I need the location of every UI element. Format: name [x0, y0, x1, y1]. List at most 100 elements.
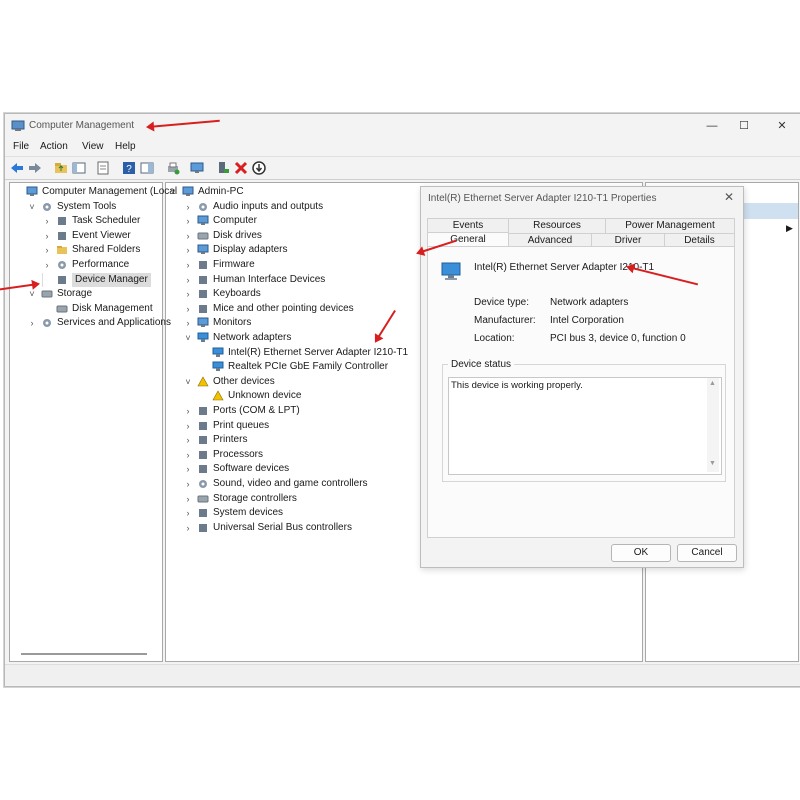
scroll-down-icon[interactable]: ▼: [709, 460, 716, 467]
tree-item-label: Keyboards: [213, 288, 261, 300]
more-actions-arrow-icon[interactable]: ▶: [786, 223, 793, 234]
chevron-right-icon[interactable]: ›: [183, 448, 193, 462]
tree-item-services-and-applications[interactable]: › Services and Applications: [27, 316, 171, 330]
tree-item-task-scheduler[interactable]: › Task Scheduler: [42, 214, 141, 228]
update-driver-icon[interactable]: [215, 160, 231, 176]
scan-hardware-icon[interactable]: [189, 160, 205, 176]
chevron-right-icon[interactable]: ›: [183, 477, 193, 491]
manufacturer-value: Intel Corporation: [550, 315, 624, 326]
tree-item-realtek-pcie-gbe-family-controller[interactable]: Realtek PCIe GbE Family Controller: [198, 360, 388, 374]
status-scrollbar[interactable]: ▲ ▼: [707, 378, 719, 472]
tree-item-processors[interactable]: › Processors: [183, 448, 264, 462]
chevron-down-icon[interactable]: ˅: [168, 185, 178, 199]
back-icon[interactable]: [9, 160, 25, 176]
menu-help[interactable]: Help: [115, 141, 136, 152]
menu-action[interactable]: Action: [40, 141, 68, 152]
cancel-button[interactable]: Cancel: [677, 544, 737, 562]
chevron-right-icon[interactable]: ›: [183, 287, 193, 301]
tree-item-human-interface-devices[interactable]: › Human Interface Devices: [183, 273, 326, 287]
gear-icon: [197, 478, 209, 489]
chevron-right-icon[interactable]: ›: [183, 316, 193, 330]
console-tree-icon[interactable]: [71, 160, 87, 176]
tree-item-keyboards[interactable]: › Keyboards: [183, 287, 261, 301]
chevron-right-icon[interactable]: ›: [42, 214, 52, 228]
tab-resources[interactable]: Resources: [508, 218, 606, 234]
print-icon[interactable]: [165, 160, 181, 176]
forward-icon[interactable]: [27, 160, 43, 176]
uninstall-device-icon[interactable]: [233, 160, 249, 176]
chevron-right-icon[interactable]: ›: [42, 258, 52, 272]
chevron-right-icon[interactable]: ›: [42, 243, 52, 257]
tree-item-audio-inputs-and-outputs[interactable]: › Audio inputs and outputs: [183, 200, 324, 214]
tree-item-label: Printers: [213, 434, 248, 446]
tree-item-universal-serial-bus-controllers[interactable]: › Universal Serial Bus controllers: [183, 521, 352, 535]
device-status-textbox[interactable]: This device is working properly. ▲ ▼: [448, 377, 722, 475]
chevron-right-icon[interactable]: ›: [27, 316, 37, 330]
tree-item-software-devices[interactable]: › Software devices: [183, 462, 290, 476]
chevron-right-icon[interactable]: ›: [183, 521, 193, 535]
chevron-down-icon[interactable]: ˅: [183, 331, 193, 345]
tree-item-event-viewer[interactable]: › Event Viewer: [42, 229, 131, 243]
tree-item-disk-management[interactable]: Disk Management: [42, 302, 153, 316]
tree-item-shared-folders[interactable]: › Shared Folders: [42, 243, 141, 257]
tree-item-computer-management-local[interactable]: Computer Management (Local: [12, 185, 177, 199]
chevron-right-icon[interactable]: ›: [183, 506, 193, 520]
tree-item-monitors[interactable]: › Monitors: [183, 316, 252, 330]
left-scrollbar[interactable]: [21, 653, 147, 655]
properties-sheet-icon[interactable]: [95, 160, 111, 176]
tree-item-system-devices[interactable]: › System devices: [183, 506, 284, 520]
tree-item-label: Monitors: [213, 317, 252, 329]
maximize-button[interactable]: ☐: [729, 118, 759, 134]
tree-item-other-devices[interactable]: ˅ Other devices: [183, 375, 274, 389]
tab-power-management[interactable]: Power Management: [605, 218, 735, 234]
close-button[interactable]: ✕: [767, 118, 797, 134]
chevron-right-icon[interactable]: ›: [42, 229, 52, 243]
menu-view[interactable]: View: [82, 141, 104, 152]
chevron-right-icon[interactable]: ›: [183, 462, 193, 476]
tree-item-disk-drives[interactable]: › Disk drives: [183, 229, 262, 243]
tree-item-intel-r-ethernet-server-adapter-i210-t1[interactable]: Intel(R) Ethernet Server Adapter I210-T1: [198, 346, 408, 360]
ok-button[interactable]: OK: [611, 544, 671, 562]
title-bar[interactable]: Computer Management — ☐ ✕: [5, 114, 800, 138]
device-status-text: This device is working properly.: [451, 380, 583, 391]
chevron-down-icon[interactable]: ˅: [183, 375, 193, 389]
chevron-right-icon[interactable]: ›: [183, 229, 193, 243]
tree-item-device-manager[interactable]: Device Manager: [42, 272, 151, 287]
disable-device-icon[interactable]: [251, 160, 267, 176]
tree-item-display-adapters[interactable]: › Display adapters: [183, 243, 288, 257]
chevron-right-icon[interactable]: ›: [183, 200, 193, 214]
chevron-right-icon[interactable]: ›: [183, 433, 193, 447]
tree-item-storage-controllers[interactable]: › Storage controllers: [183, 492, 297, 506]
chevron-right-icon[interactable]: ›: [183, 243, 193, 257]
tree-item-computer[interactable]: › Computer: [183, 214, 257, 228]
tree-item-ports-com-lpt[interactable]: › Ports (COM & LPT): [183, 404, 300, 418]
dialog-close-button[interactable]: ✕: [721, 190, 737, 206]
tree-item-mice-and-other-pointing-devices[interactable]: › Mice and other pointing devices: [183, 302, 354, 316]
tree-item-label: Unknown device: [228, 390, 302, 402]
scroll-up-icon[interactable]: ▲: [709, 380, 716, 387]
menu-file[interactable]: File: [13, 141, 29, 152]
chevron-right-icon[interactable]: ›: [183, 302, 193, 316]
tree-item-network-adapters[interactable]: ˅ Network adapters: [183, 331, 291, 345]
tree-item-admin-pc[interactable]: ˅ Admin-PC: [168, 185, 243, 199]
chevron-right-icon[interactable]: ›: [183, 404, 193, 418]
tree-item-storage[interactable]: ˅ Storage: [27, 287, 92, 301]
chevron-down-icon[interactable]: ˅: [27, 200, 37, 214]
minimize-button[interactable]: —: [697, 118, 727, 134]
tree-item-printers[interactable]: › Printers: [183, 433, 248, 447]
tree-item-sound-video-and-game-controllers[interactable]: › Sound, video and game controllers: [183, 477, 368, 491]
help-icon[interactable]: ?: [121, 160, 137, 176]
show-hide-pane-icon[interactable]: [139, 160, 155, 176]
svg-text:?: ?: [126, 164, 132, 175]
chevron-right-icon[interactable]: ›: [183, 214, 193, 228]
chevron-right-icon[interactable]: ›: [183, 273, 193, 287]
up-folder-icon[interactable]: [53, 160, 69, 176]
chevron-right-icon[interactable]: ›: [183, 419, 193, 433]
tree-item-unknown-device[interactable]: Unknown device: [198, 389, 301, 403]
tree-item-system-tools[interactable]: ˅ System Tools: [27, 200, 116, 214]
tree-item-firmware[interactable]: › Firmware: [183, 258, 255, 272]
chevron-right-icon[interactable]: ›: [183, 258, 193, 272]
tree-item-performance[interactable]: › Performance: [42, 258, 130, 272]
tree-item-print-queues[interactable]: › Print queues: [183, 419, 270, 433]
chevron-right-icon[interactable]: ›: [183, 492, 193, 506]
